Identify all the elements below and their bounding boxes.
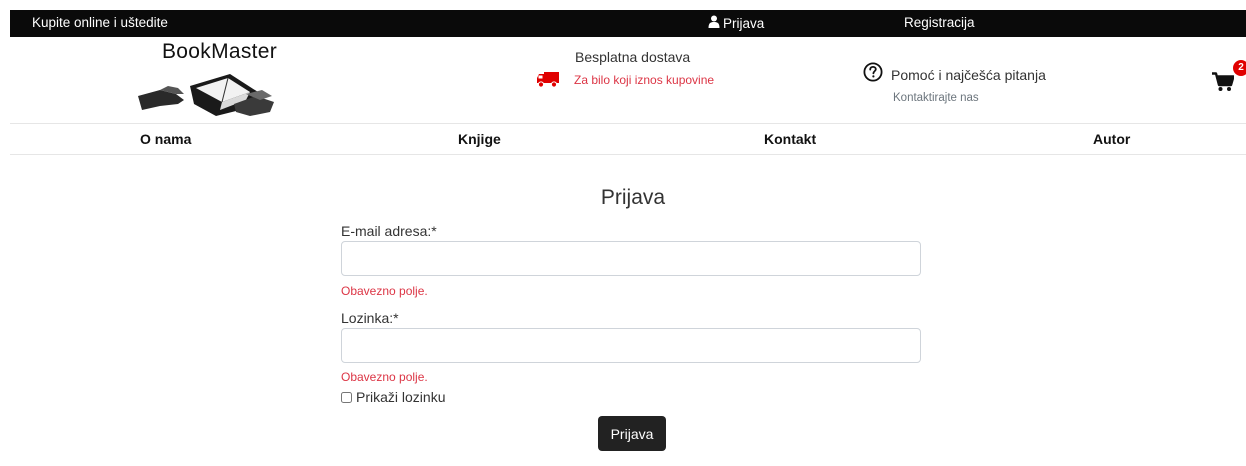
nav-item-knjige[interactable]: Knjige (458, 131, 501, 147)
login-link[interactable]: Prijava (708, 15, 764, 31)
login-submit-button[interactable]: Prijava (598, 416, 666, 451)
nav-item-o-nama[interactable]: O nama (140, 131, 191, 147)
user-icon (708, 15, 720, 31)
cart-button[interactable]: 2 (1212, 60, 1246, 94)
register-link[interactable]: Registracija (904, 15, 975, 30)
show-password-toggle[interactable]: Prikaži lozinku (341, 389, 445, 405)
contact-link[interactable]: Kontaktirajte nas (893, 92, 979, 104)
brand-logo[interactable]: BookMaster (120, 38, 320, 122)
nav-item-kontakt[interactable]: Kontakt (764, 131, 816, 147)
truck-icon (537, 71, 559, 93)
brand-name: BookMaster (162, 40, 278, 63)
email-label: E-mail adresa:* (341, 223, 437, 239)
email-error: Obavezno polje. (341, 284, 428, 298)
help-link[interactable]: Pomoć i najčešća pitanja (891, 67, 1046, 83)
show-password-label: Prikaži lozinku (356, 389, 446, 405)
cart-count-badge: 2 (1233, 60, 1246, 76)
shipping-subtitle: Za bilo koji iznos kupovine (574, 73, 715, 87)
nav-item-autor[interactable]: Autor (1093, 131, 1130, 147)
top-bar: Kupite online i uštedite Prijava Registr… (10, 10, 1246, 37)
email-field[interactable] (341, 241, 921, 276)
password-field[interactable] (341, 328, 921, 363)
shopping-cart-icon (1212, 72, 1235, 97)
main-nav: O nama Knjige Kontakt Autor (10, 123, 1246, 155)
shipping-title: Besplatna dostava (575, 49, 691, 65)
book-hands-illustration (138, 74, 274, 116)
password-error: Obavezno polje. (341, 370, 428, 384)
password-label: Lozinka:* (341, 310, 399, 326)
promo-text: Kupite online i uštedite (32, 15, 168, 30)
page-title: Prijava (600, 186, 666, 209)
question-circle-icon (863, 62, 883, 87)
login-label: Prijava (723, 15, 765, 31)
show-password-checkbox[interactable] (341, 391, 352, 403)
